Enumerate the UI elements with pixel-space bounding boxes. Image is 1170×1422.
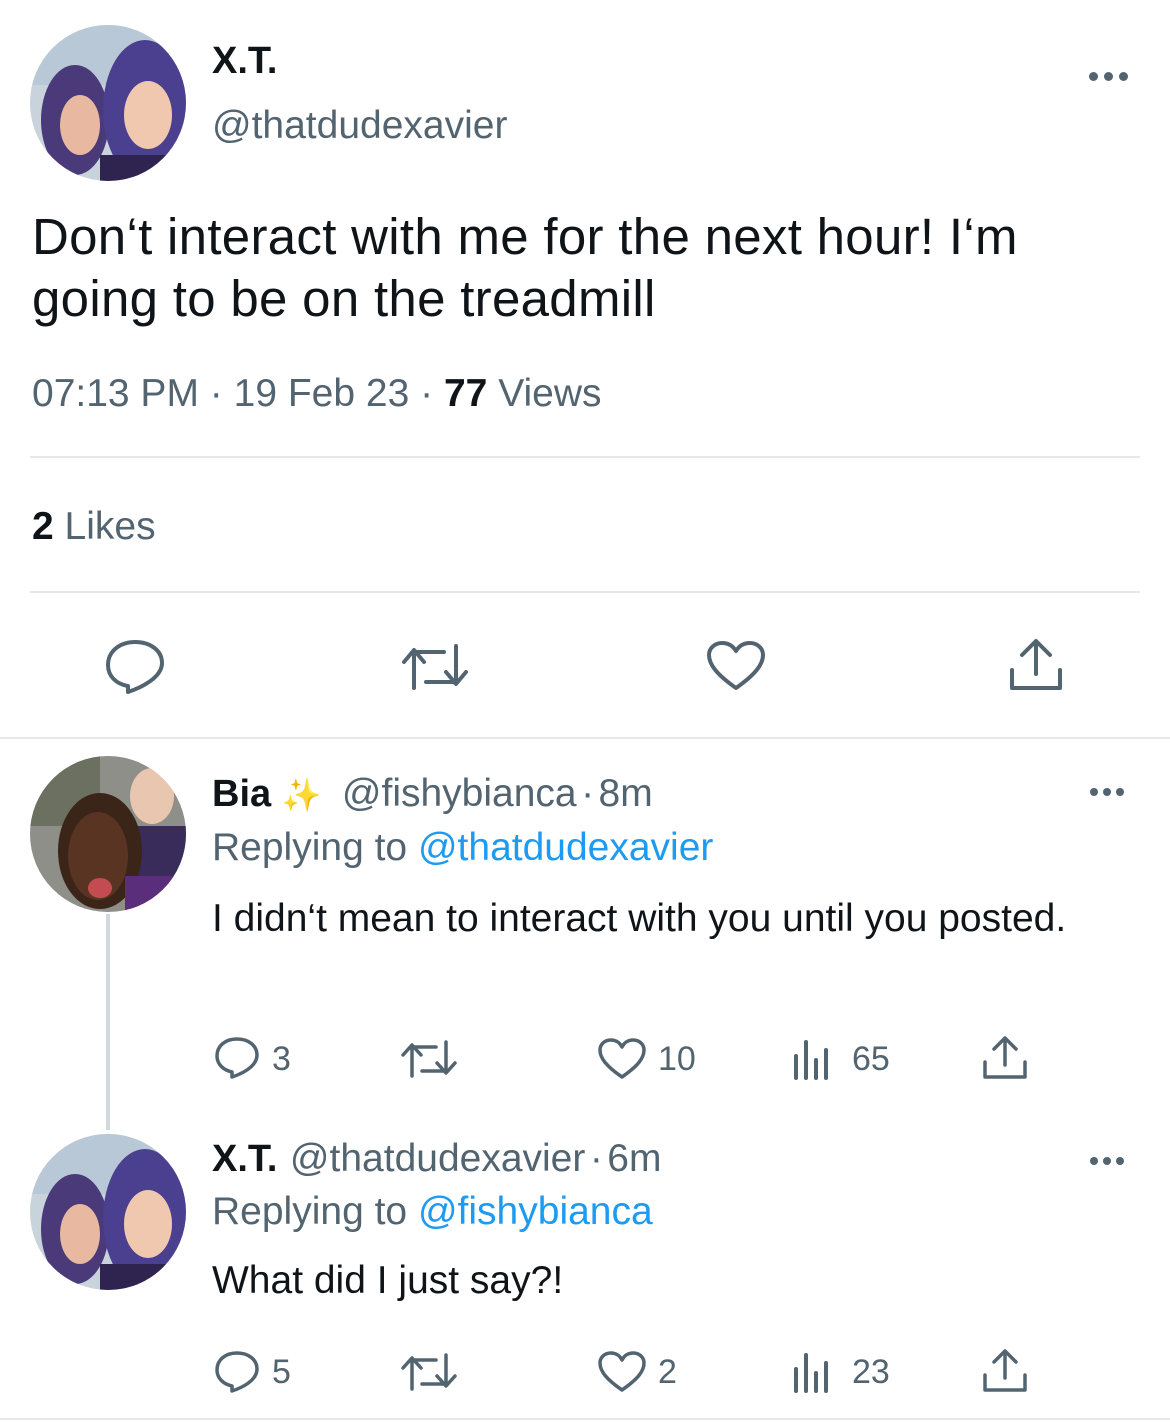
replying-to-label: Replying to [212,1190,408,1233]
views-label: Views [498,372,602,415]
replying-to-handle[interactable]: @fishybianca [418,1190,653,1233]
replying-to-handle[interactable]: @thatdudexavier [418,826,713,869]
reply-avatar[interactable] [30,1134,186,1290]
views-count: 77 [443,372,488,415]
reply-text: What did I just say?! [212,1259,564,1302]
replying-to: Replying to @fishybianca [212,1190,653,1234]
divider [30,591,1140,593]
retweet-icon[interactable] [400,1039,458,1079]
meta-separator: · [581,772,595,815]
reply-author-name[interactable]: Bia [212,773,271,815]
tweet-meta: 07:13 PM · 19 Feb 23 · 77 Views [32,372,602,416]
likes-summary[interactable]: 2 Likes [32,505,156,549]
meta-separator: · [209,372,223,415]
reply-count: 3 [272,1040,291,1078]
likes-label: Likes [64,505,156,548]
replying-to: Replying to @thatdudexavier [212,826,713,870]
like-icon[interactable] [706,640,766,692]
views-count: 65 [852,1040,890,1078]
reply-icon[interactable] [104,638,166,694]
reply-age: 8m [598,772,653,815]
reply-count: 5 [272,1353,291,1391]
divider [0,1418,1170,1420]
reply-text: I didn‘t mean to interact with you until… [212,897,1067,940]
more-icon[interactable] [1090,1151,1134,1171]
like-icon[interactable] [598,1038,646,1080]
reply-header: X.T. @thatdudexavier · 6m [212,1137,661,1181]
replying-to-label: Replying to [212,826,408,869]
meta-separator: · [589,1137,603,1180]
thread-line [106,914,110,1130]
main-avatar[interactable] [30,25,186,181]
reply-author-handle[interactable]: @fishybianca [342,772,577,815]
divider [0,737,1170,739]
share-icon[interactable] [982,1036,1028,1080]
reply-author-handle[interactable]: @thatdudexavier [290,1137,585,1180]
main-author-handle[interactable]: @thatdudexavier [212,104,507,148]
tweet-date: 19 Feb 23 [233,372,410,415]
reply-header: Bia ✨ @fishybianca · 8m [212,772,653,816]
retweet-icon[interactable] [400,642,470,692]
views-count: 23 [852,1353,890,1391]
divider [30,456,1140,458]
likes-count: 2 [32,505,54,548]
share-icon[interactable] [982,1349,1028,1393]
meta-separator: · [420,372,434,415]
views-icon[interactable] [792,1351,832,1393]
like-count: 10 [658,1040,696,1078]
sparkles-icon: ✨ [281,777,322,813]
reply-icon[interactable] [214,1036,260,1080]
share-icon[interactable] [1008,638,1064,692]
like-count: 2 [658,1353,677,1391]
tweet-text: Don‘t interact with me for the next hour… [32,208,1018,327]
views-icon[interactable] [792,1038,832,1080]
reply-avatar[interactable] [30,756,186,912]
like-icon[interactable] [598,1351,646,1393]
reply-author-name[interactable]: X.T. [212,1138,277,1180]
more-icon[interactable] [1090,782,1134,802]
main-author-name[interactable]: X.T. [212,40,277,83]
tweet-time: 07:13 PM [32,372,199,415]
reply-age: 6m [607,1137,662,1180]
more-icon[interactable] [1089,66,1133,86]
retweet-icon[interactable] [400,1352,458,1392]
reply-icon[interactable] [214,1350,260,1394]
